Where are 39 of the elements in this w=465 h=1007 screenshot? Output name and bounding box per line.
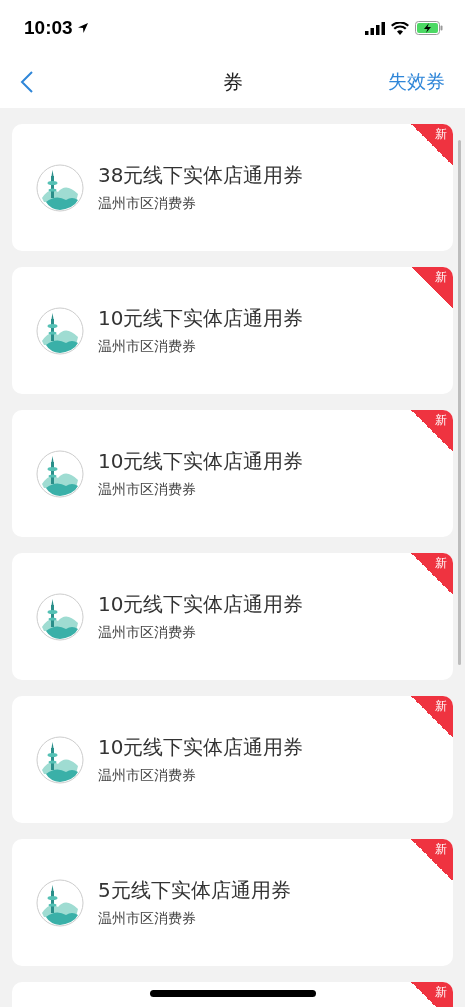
status-time: 10:03 xyxy=(24,17,73,39)
coupon-title: 10元线下实体店通用券 xyxy=(98,591,304,618)
new-badge: 新 xyxy=(411,124,453,166)
coupon-title: 5元线下实体店通用券 xyxy=(98,877,291,904)
coupon-title: 10元线下实体店通用券 xyxy=(98,448,304,475)
coupon-card[interactable]: 10元线下实体店通用券 温州市区消费券 新 xyxy=(12,267,453,394)
coupon-subtitle: 温州市区消费券 xyxy=(98,910,197,928)
tower-landscape-icon xyxy=(36,735,84,784)
new-badge: 新 xyxy=(411,982,453,1007)
back-button[interactable] xyxy=(20,70,34,94)
expired-coupons-link[interactable]: 失效券 xyxy=(388,69,445,95)
coupon-subtitle: 温州市区消费券 xyxy=(98,767,197,785)
new-badge: 新 xyxy=(411,839,453,881)
tower-landscape-icon xyxy=(36,449,84,498)
coupon-title: 10元线下实体店通用券 xyxy=(98,305,304,332)
tower-landscape-icon xyxy=(36,163,84,212)
coupon-card[interactable]: 5元线下实体店通用券 温州市区消费券 新 xyxy=(12,839,453,966)
signal-icon xyxy=(365,21,385,35)
new-badge: 新 xyxy=(411,553,453,595)
coupon-card[interactable]: 10元线下实体店通用券 温州市区消费券 新 xyxy=(12,553,453,680)
tower-landscape-icon xyxy=(36,306,84,355)
location-arrow-icon xyxy=(76,22,89,34)
tower-landscape-icon xyxy=(36,592,84,641)
coupon-card[interactable]: 38元线下实体店通用券 温州市区消费券 新 xyxy=(12,124,453,251)
coupon-subtitle: 温州市区消费券 xyxy=(98,195,197,213)
coupon-title: 10元线下实体店通用券 xyxy=(98,734,304,761)
coupon-subtitle: 温州市区消费券 xyxy=(98,624,197,642)
coupon-subtitle: 温州市区消费券 xyxy=(98,338,197,356)
wifi-icon xyxy=(391,21,409,35)
battery-charging-icon xyxy=(415,21,443,35)
page-title: 券 xyxy=(222,69,243,94)
coupon-title: 38元线下实体店通用券 xyxy=(98,162,304,189)
tower-landscape-icon xyxy=(36,878,84,927)
new-badge: 新 xyxy=(411,696,453,738)
coupon-subtitle: 温州市区消费券 xyxy=(98,481,197,499)
new-badge: 新 xyxy=(411,410,453,452)
new-badge: 新 xyxy=(411,267,453,309)
coupon-card[interactable]: 10元线下实体店通用券 温州市区消费券 新 xyxy=(12,410,453,537)
coupon-card[interactable]: 10元线下实体店通用券 温州市区消费券 新 xyxy=(12,696,453,823)
